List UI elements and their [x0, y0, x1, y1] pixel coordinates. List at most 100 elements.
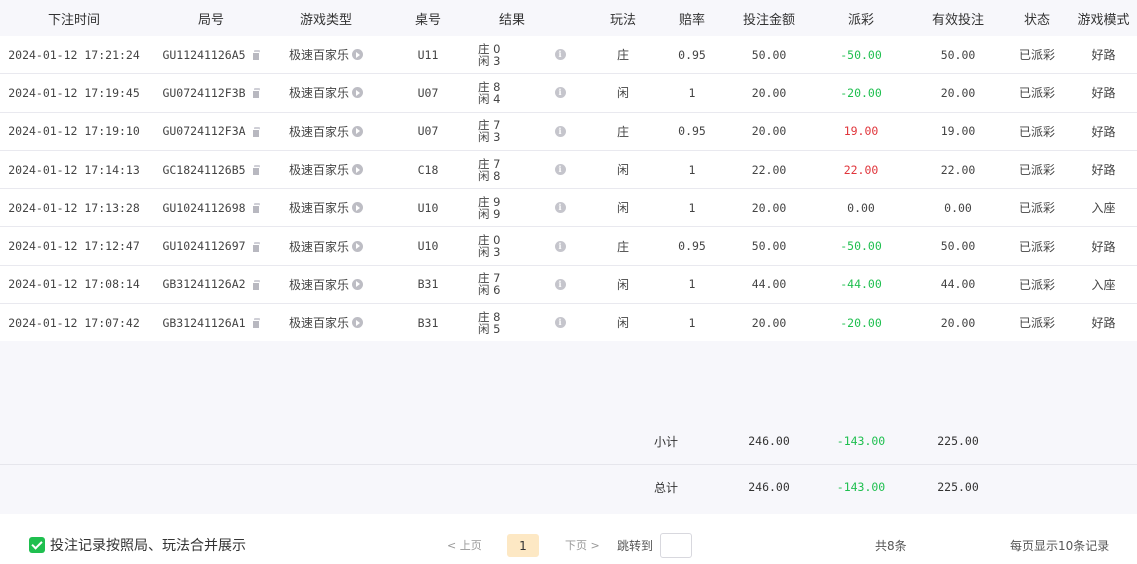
play-circle-icon[interactable]: [352, 125, 363, 137]
cell-payout: 22.00: [810, 151, 912, 188]
copy-icon[interactable]: [251, 88, 260, 100]
jump-to-input[interactable]: [660, 533, 692, 558]
cell-valid-bet: 20.00: [912, 74, 1004, 111]
cell-info: i: [546, 74, 574, 111]
cell-game-type: 极速百家乐: [274, 36, 378, 73]
result-player: 闲 3: [478, 245, 501, 260]
play-circle-icon[interactable]: [352, 278, 363, 290]
result-banker: 庄 7: [478, 156, 501, 171]
play-circle-icon[interactable]: [352, 87, 363, 99]
table-no-text: U10: [417, 239, 439, 254]
cell-result: 庄 0闲 3: [478, 227, 546, 264]
cell-table-no: U11: [378, 36, 478, 73]
bet-time-text: 2024-01-12 17:13:28: [8, 200, 140, 215]
play-text: 闲: [616, 277, 629, 292]
game-mode-text: 入座: [1091, 277, 1116, 292]
odds-text: 1: [688, 315, 696, 330]
next-page-button[interactable]: 下页 >: [565, 537, 600, 553]
cell-info: i: [546, 189, 574, 226]
cell-bet-amount: 44.00: [728, 266, 810, 303]
copy-icon[interactable]: [251, 165, 260, 177]
cell-game-type: 极速百家乐: [274, 189, 378, 226]
game-mode-text: 好路: [1091, 239, 1116, 254]
cell-bet-time: 2024-01-12 17:19:10: [0, 113, 148, 150]
cell-round-no: GU0724112F3A: [148, 113, 274, 150]
info-icon[interactable]: i: [554, 202, 566, 214]
table-row: 2024-01-12 17:14:13 GC18241126B5 极速百家乐 C18 庄…: [0, 151, 1137, 190]
info-icon[interactable]: i: [554, 317, 566, 329]
round-no-text: GU0724112F3A: [162, 124, 246, 139]
header-game-type: 游戏类型: [299, 12, 352, 28]
play-text: 闲: [616, 201, 629, 216]
cell-status: 已派彩: [1004, 189, 1070, 226]
cell-bet-time: 2024-01-12 17:13:28: [0, 189, 148, 226]
page-1-button[interactable]: 1: [507, 534, 539, 557]
subtotal-amount: 246.00: [748, 434, 790, 448]
header-payout: 派彩: [847, 12, 874, 28]
play-circle-icon[interactable]: [352, 317, 363, 329]
merge-checkbox[interactable]: [29, 537, 45, 553]
valid-bet-text: 50.00: [940, 239, 976, 254]
cell-status: 已派彩: [1004, 304, 1070, 341]
copy-icon[interactable]: [251, 279, 260, 291]
play-circle-icon[interactable]: [352, 164, 363, 176]
play-circle-icon[interactable]: [352, 240, 363, 252]
play-circle-icon[interactable]: [352, 49, 363, 61]
cell-odds: 1: [656, 304, 728, 341]
cell-info: i: [546, 304, 574, 341]
game-mode-text: 好路: [1091, 163, 1116, 178]
prev-page-button[interactable]: < 上页: [447, 537, 482, 553]
bet-amount-text: 20.00: [751, 124, 787, 139]
game-mode-text: 好路: [1091, 48, 1116, 63]
odds-text: 1: [688, 162, 696, 177]
play-circle-icon[interactable]: [352, 202, 363, 214]
copy-icon[interactable]: [251, 318, 260, 330]
game-type-text: 极速百家乐: [288, 124, 349, 139]
cell-game-mode: 好路: [1070, 151, 1137, 188]
info-icon[interactable]: i: [554, 164, 566, 176]
cell-bet-time: 2024-01-12 17:07:42: [0, 304, 148, 341]
cell-table-no: B31: [378, 304, 478, 341]
cell-info: i: [546, 36, 574, 73]
footer-bar: 投注记录按照局、玩法合并展示 < 上页 1 下页 > 跳转到 共8条 每页显示1…: [0, 514, 1137, 564]
copy-icon[interactable]: [251, 241, 260, 253]
cell-odds: 0.95: [656, 113, 728, 150]
info-icon[interactable]: i: [554, 87, 566, 99]
table-no-text: C18: [417, 162, 439, 177]
info-icon[interactable]: i: [554, 240, 566, 252]
subtotal-label: 小计: [653, 434, 678, 449]
cell-game-type: 极速百家乐: [274, 113, 378, 150]
cell-valid-bet: 0.00: [912, 189, 1004, 226]
cell-table-no: C18: [378, 151, 478, 188]
copy-icon[interactable]: [251, 126, 260, 138]
cell-status: 已派彩: [1004, 74, 1070, 111]
game-mode-text: 好路: [1091, 316, 1116, 331]
cell-status: 已派彩: [1004, 227, 1070, 264]
payout-text: -50.00: [840, 239, 882, 254]
round-no-text: GU11241126A5: [162, 47, 246, 62]
info-icon[interactable]: i: [554, 125, 566, 137]
cell-round-no: GC18241126B5: [148, 151, 274, 188]
play-text: 庄: [616, 48, 629, 63]
cell-payout: -44.00: [810, 266, 912, 303]
cell-result: 庄 7闲 6: [478, 266, 546, 303]
merge-checkbox-label[interactable]: 投注记录按照局、玩法合并展示: [50, 535, 246, 555]
odds-text: 0.95: [678, 47, 706, 62]
cell-payout: 19.00: [810, 113, 912, 150]
result-banker: 庄 8: [478, 309, 501, 324]
payout-text: 19.00: [843, 124, 879, 139]
copy-icon[interactable]: [251, 50, 260, 62]
cell-bet-amount: 20.00: [728, 74, 810, 111]
header-play: 玩法: [609, 12, 636, 28]
copy-icon[interactable]: [251, 203, 260, 215]
table-row: 2024-01-12 17:19:10 GU0724112F3A 极速百家乐 U07 庄…: [0, 113, 1137, 151]
table-row: 2024-01-12 17:08:14 GB31241126A2 极速百家乐 B31 庄…: [0, 266, 1137, 305]
info-icon[interactable]: i: [554, 49, 566, 61]
header-round-no: 局号: [197, 12, 224, 28]
info-icon[interactable]: i: [554, 278, 566, 290]
game-type-text: 极速百家乐: [288, 86, 349, 101]
play-text: 闲: [616, 316, 629, 331]
cell-table-no: U10: [378, 227, 478, 264]
cell-table-no: U07: [378, 113, 478, 150]
jump-to-label: 跳转到: [617, 539, 654, 553]
